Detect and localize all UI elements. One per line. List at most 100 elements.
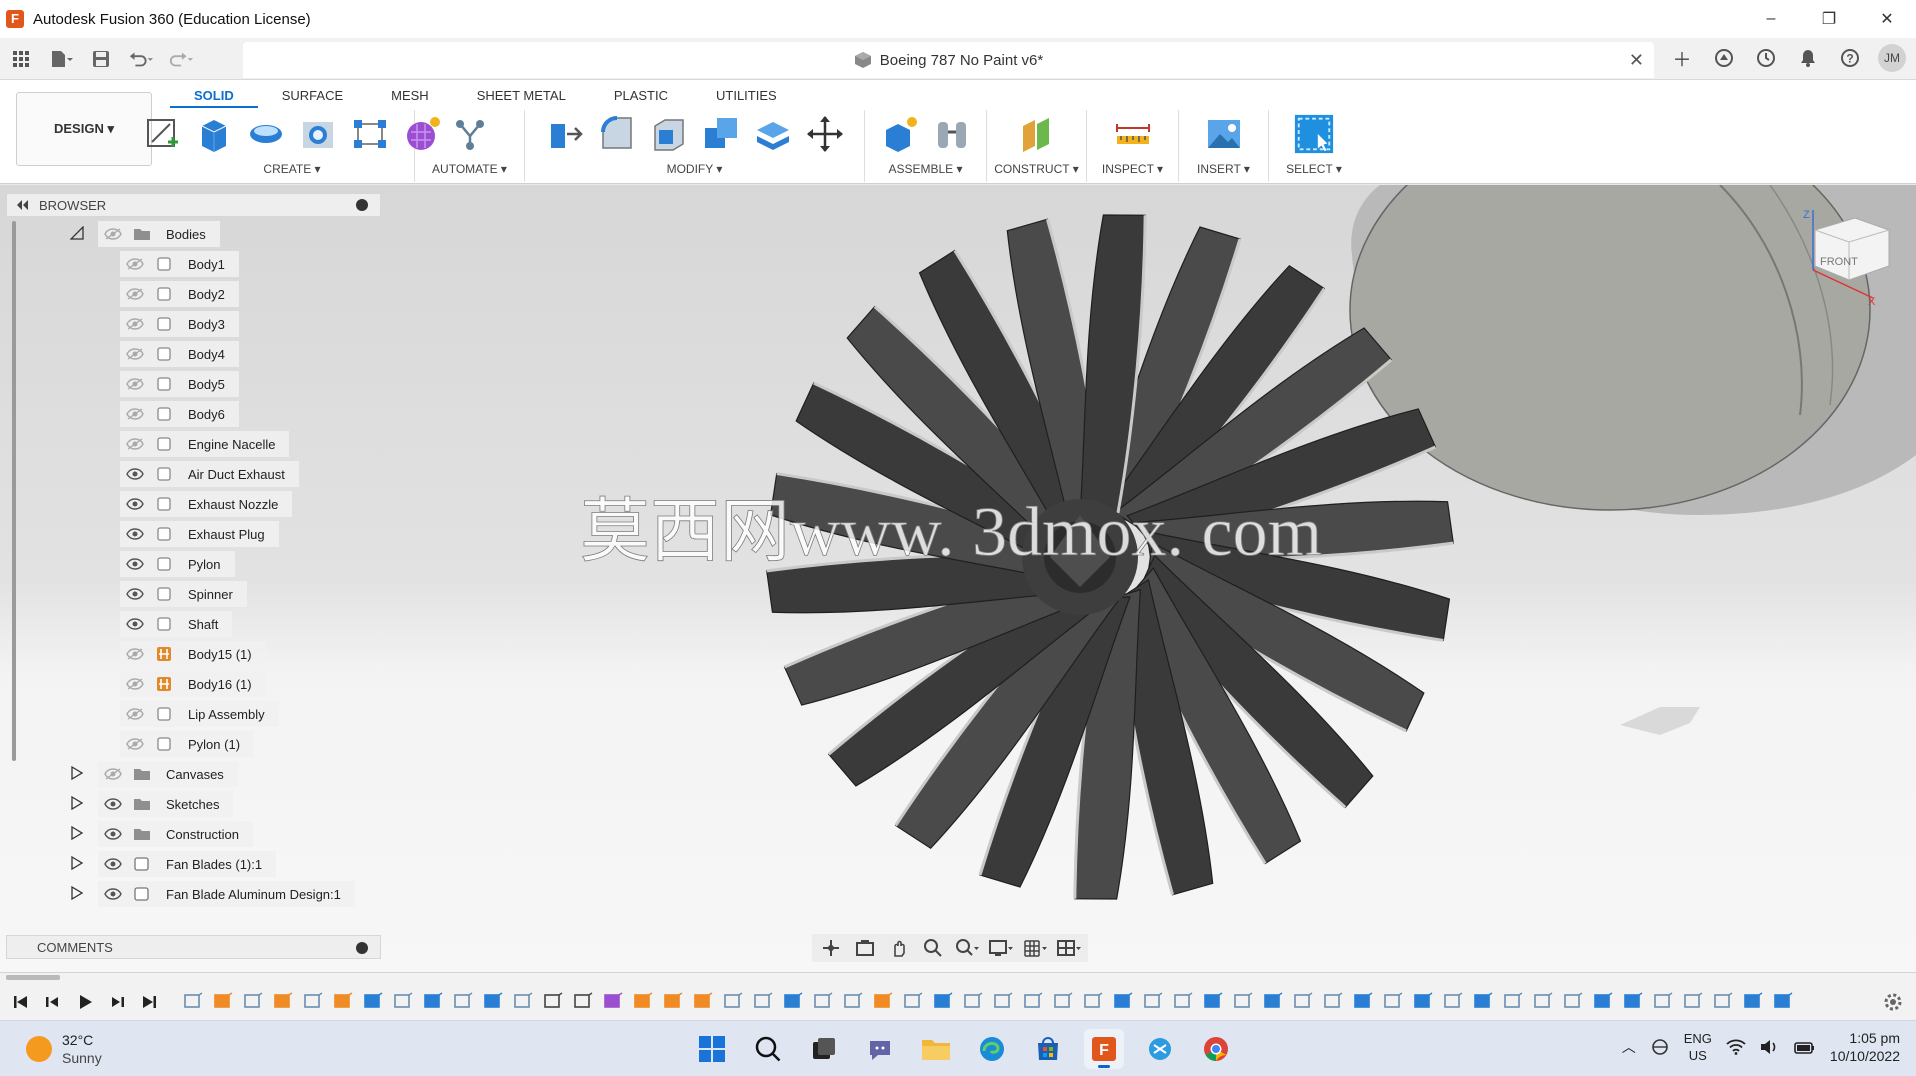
measure-icon[interactable] <box>1112 113 1154 155</box>
file-menu-icon[interactable] <box>48 46 74 72</box>
microsoft-store-icon[interactable] <box>1028 1029 1068 1069</box>
timeline-feature-icon[interactable] <box>780 989 806 1013</box>
timeline-feature-icon[interactable] <box>450 989 476 1013</box>
display-settings-icon[interactable] <box>988 937 1014 959</box>
new-tab-icon[interactable]: ＋ <box>1668 44 1696 72</box>
expand-triangle-icon[interactable] <box>70 855 86 872</box>
timeline-feature-icon[interactable] <box>1680 989 1706 1013</box>
edge-browser-icon[interactable] <box>972 1029 1012 1069</box>
timeline-feature-icon[interactable] <box>510 989 536 1013</box>
construct-menu[interactable]: CONSTRUCT ▾ <box>994 162 1078 176</box>
browser-header[interactable]: BROWSER <box>6 193 381 217</box>
comments-add-icon[interactable] <box>356 942 368 954</box>
inspect-menu[interactable]: INSPECT ▾ <box>1102 162 1163 176</box>
search-icon[interactable] <box>748 1029 788 1069</box>
timeline-feature-icon[interactable] <box>1530 989 1556 1013</box>
job-status-icon[interactable] <box>1752 44 1780 72</box>
tree-body-engine-nacelle[interactable]: Engine Nacelle <box>120 431 290 457</box>
timeline-feature-icon[interactable] <box>1110 989 1136 1013</box>
maximize-button[interactable]: ❐ <box>1800 0 1858 38</box>
hidden-eye-icon[interactable] <box>102 761 124 787</box>
timeline-feature-icon[interactable] <box>870 989 896 1013</box>
hidden-eye-icon[interactable] <box>124 641 146 667</box>
tree-body-pylon[interactable]: Pylon <box>120 551 235 577</box>
timeline-feature-icon[interactable] <box>1410 989 1436 1013</box>
tree-body-body4[interactable]: Body4 <box>120 341 239 367</box>
workspace-switcher-button[interactable]: DESIGN ▾ <box>16 92 152 166</box>
tree-folder-sketches[interactable]: Sketches <box>98 791 234 817</box>
start-windows-icon[interactable] <box>692 1029 732 1069</box>
tree-body-body3[interactable]: Body3 <box>120 311 239 337</box>
timeline-feature-icon[interactable] <box>600 989 626 1013</box>
combine-icon[interactable] <box>700 113 742 155</box>
tree-component-fan-blades-1-1[interactable]: Fan Blades (1):1 <box>98 851 277 877</box>
minimize-button[interactable]: – <box>1742 0 1800 38</box>
timeline-feature-icon[interactable] <box>1140 989 1166 1013</box>
chrome-browser-icon[interactable] <box>1196 1029 1236 1069</box>
timeline-feature-icon[interactable] <box>1290 989 1316 1013</box>
timeline-last-icon[interactable] <box>138 991 160 1013</box>
timeline-feature-icon[interactable] <box>690 989 716 1013</box>
collapse-triangle-icon[interactable] <box>69 225 86 242</box>
timeline-feature-icon[interactable] <box>1770 989 1796 1013</box>
select-menu[interactable]: SELECT ▾ <box>1286 162 1342 176</box>
collapse-browser-icon[interactable] <box>15 200 29 210</box>
timeline-feature-icon[interactable] <box>990 989 1016 1013</box>
timeline-feature-icon[interactable] <box>750 989 776 1013</box>
zoom-icon[interactable] <box>920 937 946 959</box>
snipping-tool-icon[interactable] <box>1140 1029 1180 1069</box>
visibility-eye-icon[interactable] <box>102 851 124 877</box>
expand-triangle-icon[interactable] <box>70 825 86 842</box>
tree-body-body2[interactable]: Body2 <box>120 281 239 307</box>
timeline-feature-icon[interactable] <box>1230 989 1256 1013</box>
tree-folder-bodies[interactable]: Bodies <box>98 221 220 247</box>
tab-mesh[interactable]: MESH <box>367 84 453 108</box>
timeline-feature-icon[interactable] <box>300 989 326 1013</box>
visibility-eye-icon[interactable] <box>102 881 124 907</box>
timeline-next-icon[interactable] <box>106 991 128 1013</box>
timeline-feature-icon[interactable] <box>1170 989 1196 1013</box>
timeline-feature-icon[interactable] <box>810 989 836 1013</box>
timeline-feature-icon[interactable] <box>480 989 506 1013</box>
look-at-icon[interactable] <box>852 937 878 959</box>
timeline-feature-icon[interactable] <box>360 989 386 1013</box>
offset-face-icon[interactable] <box>752 113 794 155</box>
tree-body-pylon-1[interactable]: Pylon (1) <box>120 731 255 757</box>
user-avatar[interactable]: JM <box>1878 44 1906 72</box>
insert-menu[interactable]: INSERT ▾ <box>1197 162 1250 176</box>
timeline-feature-icon[interactable] <box>1350 989 1376 1013</box>
create-sketch-icon[interactable] <box>141 113 183 155</box>
hidden-eye-icon[interactable] <box>124 701 146 727</box>
browser-pin-icon[interactable] <box>356 199 368 211</box>
timeline-feature-icon[interactable] <box>900 989 926 1013</box>
weather-widget[interactable]: 32°C Sunny <box>26 1031 102 1067</box>
tree-body-exhaust-nozzle[interactable]: Exhaust Nozzle <box>120 491 293 517</box>
close-document-button[interactable]: ✕ <box>1629 50 1644 71</box>
file-explorer-icon[interactable] <box>916 1029 956 1069</box>
timeline-feature-icon[interactable] <box>1710 989 1736 1013</box>
timeline-feature-icon[interactable] <box>1620 989 1646 1013</box>
document-tab[interactable]: Boeing 787 No Paint v6* ✕ <box>243 42 1654 78</box>
timeline-feature-icon[interactable] <box>270 989 296 1013</box>
hidden-eye-icon[interactable] <box>124 671 146 697</box>
tree-body-body5[interactable]: Body5 <box>120 371 239 397</box>
pan-icon[interactable] <box>886 937 912 959</box>
hidden-eye-icon[interactable] <box>124 401 146 427</box>
extrude-icon[interactable] <box>193 113 235 155</box>
timeline-feature-icon[interactable] <box>1380 989 1406 1013</box>
grid-settings-icon[interactable] <box>1022 937 1048 959</box>
timeline-feature-icon[interactable] <box>1470 989 1496 1013</box>
expand-triangle-icon[interactable] <box>70 885 86 902</box>
automate-icon[interactable] <box>449 113 491 155</box>
tab-plastic[interactable]: PLASTIC <box>590 84 692 108</box>
redo-icon[interactable] <box>168 46 194 72</box>
help-icon[interactable]: ? <box>1836 44 1864 72</box>
tab-solid[interactable]: SOLID <box>170 84 258 108</box>
fillet-icon[interactable] <box>596 113 638 155</box>
modify-menu[interactable]: MODIFY ▾ <box>667 162 723 176</box>
visibility-eye-icon[interactable] <box>124 611 146 637</box>
visibility-eye-icon[interactable] <box>124 521 146 547</box>
revolve-icon[interactable] <box>245 113 287 155</box>
show-hidden-icons-chevron-icon[interactable]: ︿ <box>1622 1037 1636 1057</box>
timeline-feature-icon[interactable] <box>540 989 566 1013</box>
